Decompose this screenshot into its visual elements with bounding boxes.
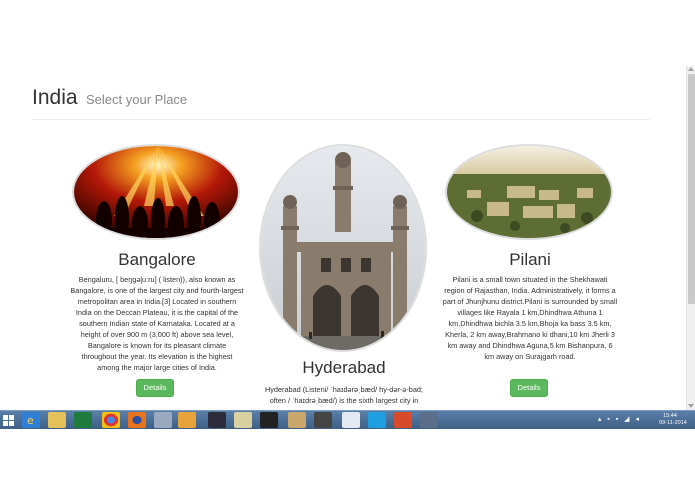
scrollbar-thumb[interactable] — [688, 74, 695, 304]
pilani-title: Pilani — [509, 250, 551, 269]
hyderabad-description: Hyderabad (Listeni/ ˈhaɪdərəˌbæd/ hy-dər… — [265, 385, 423, 405]
app-icon[interactable] — [154, 412, 172, 428]
excel-icon[interactable] — [74, 412, 92, 428]
taskbar: e ▴ ▪ ▪ ◢ ◂ 15:44 09-11-2014 — [0, 410, 695, 429]
screen: India Select your Place Bangalore Bengal… — [0, 0, 695, 494]
city-card-hyderabad: Hyderabad Hyderabad (Listeni/ ˈhaɪdərəˌb… — [256, 142, 432, 410]
system-tray-icons[interactable]: ▴ ▪ ▪ ◢ ◂ — [598, 415, 641, 423]
app-icon[interactable] — [394, 412, 412, 428]
scroll-down-icon[interactable] — [688, 404, 694, 408]
hyderabad-image — [259, 144, 427, 352]
outlook-icon[interactable] — [178, 412, 196, 428]
clock-date[interactable]: 09-11-2014 — [655, 420, 691, 426]
page-title: India — [32, 86, 78, 109]
chrome-icon[interactable] — [102, 412, 120, 428]
app-icon[interactable] — [314, 412, 332, 428]
scroll-up-icon[interactable] — [688, 67, 694, 71]
page-scrollbar[interactable] — [686, 66, 695, 410]
folder-icon[interactable] — [288, 412, 306, 428]
putty-icon[interactable] — [234, 412, 252, 428]
skype-icon[interactable] — [368, 412, 386, 428]
app-icon[interactable] — [208, 412, 226, 428]
firefox-icon[interactable] — [128, 412, 146, 428]
bangalore-description: Bengaluru, [ beŋɡəɭuːru] ( listen)), als… — [70, 275, 244, 372]
hyderabad-title: Hyderabad — [302, 358, 386, 377]
pilani-description: Pilani is a small town situated in the S… — [442, 275, 618, 361]
pilani-details-button[interactable]: Details — [510, 379, 548, 397]
browser-page: India Select your Place Bangalore Bengal… — [0, 66, 686, 410]
city-card-bangalore: Bangalore Bengaluru, [ beŋɡəɭuːru] ( lis… — [66, 142, 248, 402]
start-button[interactable] — [3, 415, 14, 426]
svg-text:e: e — [27, 414, 34, 427]
clock-time[interactable]: 15:44 — [655, 413, 685, 419]
page-header: India Select your Place — [32, 86, 187, 110]
bangalore-details-button[interactable]: Details — [136, 379, 174, 397]
ie-icon[interactable]: e — [22, 412, 40, 428]
app-icon[interactable] — [420, 412, 438, 428]
cmd-icon[interactable] — [260, 412, 278, 428]
city-card-pilani: Pilani Pilani is a small town situated i… — [440, 142, 620, 402]
bangalore-title: Bangalore — [118, 250, 196, 269]
explorer-icon[interactable] — [48, 412, 66, 428]
header-divider — [32, 119, 650, 120]
pilani-image — [445, 144, 613, 240]
page-subtitle: Select your Place — [86, 92, 188, 107]
word-icon[interactable] — [342, 412, 360, 428]
bangalore-image — [72, 144, 240, 240]
